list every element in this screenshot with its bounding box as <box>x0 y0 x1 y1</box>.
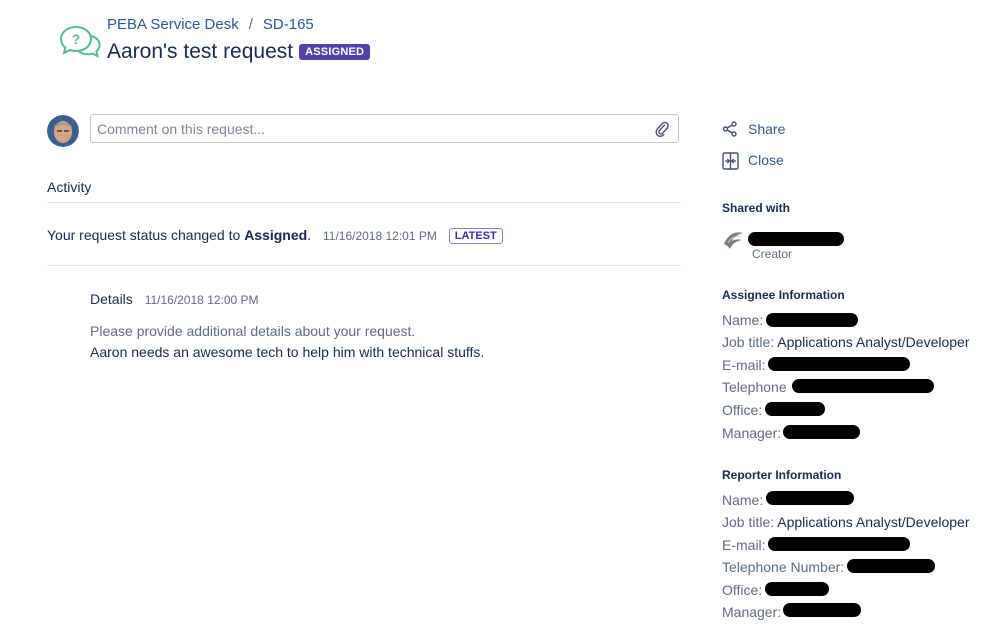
close-request-button[interactable]: Close <box>722 152 802 170</box>
assignee-email-row: E-mail: <box>722 357 766 373</box>
entry-divider <box>47 265 681 266</box>
status-change-entry: Your request status changed to Assigned.… <box>47 227 503 244</box>
activity-heading: Activity <box>47 179 92 195</box>
redacted-reporter-email <box>768 537 910 551</box>
reporter-email-row: E-mail: <box>722 537 766 553</box>
assignee-name-label: Name: <box>722 312 764 328</box>
status-badge: ASSIGNED <box>299 44 371 60</box>
svg-text:?: ? <box>72 31 81 47</box>
close-label: Close <box>748 152 784 168</box>
help-chat-icon: ? <box>58 24 102 60</box>
creator-label: Creator <box>752 247 793 261</box>
reporter-telephone-row: Telephone Number: <box>722 559 844 575</box>
reporter-email-label: E-mail: <box>722 537 766 553</box>
redacted-reporter-manager <box>783 603 861 617</box>
details-timestamp: 11/16/2018 12:00 PM <box>144 293 259 307</box>
page-title: Aaron's test request ASSIGNED <box>107 40 371 64</box>
shared-with-heading: Shared with <box>722 201 791 215</box>
details-answer: Aaron needs an awesome tech to help him … <box>90 344 485 360</box>
redacted-reporter-office <box>765 582 829 596</box>
status-change-text: Your request status changed to <box>47 227 241 243</box>
share-button[interactable]: Share <box>722 121 802 139</box>
redacted-reporter-name <box>766 491 854 505</box>
assignee-name-row: Name: <box>722 312 763 328</box>
comment-box <box>90 114 679 143</box>
assignee-office-label: Office: <box>722 402 763 418</box>
assignee-manager-row: Manager: <box>722 425 781 441</box>
assignee-job-row: Job title: Applications Analyst/Develope… <box>722 334 970 350</box>
assignee-job-label: Job title: <box>722 334 775 350</box>
reporter-job-row: Job title: Applications Analyst/Develope… <box>722 514 970 530</box>
breadcrumb-separator: / <box>248 16 253 33</box>
breadcrumb-project-link[interactable]: PEBA Service Desk <box>107 16 239 33</box>
reporter-manager-label: Manager: <box>722 604 782 620</box>
assignee-telephone-label: Telephone <box>722 379 787 395</box>
redacted-assignee-email <box>768 357 910 371</box>
reporter-name-label: Name: <box>722 492 764 508</box>
comment-input[interactable] <box>91 115 653 142</box>
close-request-icon <box>722 152 739 170</box>
details-body: Please provide additional details about … <box>90 321 484 363</box>
avatar <box>47 115 79 147</box>
reporter-office-label: Office: <box>722 582 763 598</box>
redacted-assignee-telephone <box>792 379 934 393</box>
latest-badge: LATEST <box>448 228 503 244</box>
details-question: Please provide additional details about … <box>90 323 416 339</box>
reporter-name-row: Name: <box>722 492 763 508</box>
reporter-telephone-label: Telephone Number: <box>722 559 845 575</box>
request-title: Aaron's test request <box>107 40 294 63</box>
redacted-assignee-office <box>765 402 825 416</box>
assignee-office-row: Office: <box>722 402 762 418</box>
redacted-shared-user <box>748 232 844 246</box>
assignee-info-heading: Assignee Information <box>722 288 845 302</box>
breadcrumb-issue-link[interactable]: SD-165 <box>263 16 314 33</box>
share-icon <box>722 121 737 137</box>
activity-divider <box>47 202 681 203</box>
redacted-assignee-name <box>766 313 858 327</box>
status-change-timestamp: 11/16/2018 12:01 PM <box>322 229 437 243</box>
redacted-assignee-manager <box>783 425 860 439</box>
assignee-telephone-row: Telephone <box>722 379 787 395</box>
reporter-manager-row: Manager: <box>722 604 781 620</box>
assignee-manager-label: Manager: <box>722 425 782 441</box>
creator-avatar-icon <box>722 230 744 250</box>
breadcrumb: PEBA Service Desk / SD-165 <box>107 16 314 33</box>
paperclip-icon[interactable] <box>655 121 669 137</box>
status-change-value: Assigned <box>244 227 308 243</box>
assignee-email-label: E-mail: <box>722 357 766 373</box>
reporter-info-heading: Reporter Information <box>722 468 842 482</box>
share-label: Share <box>748 121 786 137</box>
reporter-job-value: Applications Analyst/Developer <box>777 514 970 530</box>
details-label: Details <box>90 291 133 307</box>
reporter-job-label: Job title: <box>722 514 775 530</box>
details-entry-header: Details 11/16/2018 12:00 PM <box>90 291 259 307</box>
status-change-period: . <box>307 227 312 243</box>
reporter-office-row: Office: <box>722 582 762 598</box>
assignee-job-value: Applications Analyst/Developer <box>777 334 970 350</box>
redacted-reporter-telephone <box>847 559 935 573</box>
